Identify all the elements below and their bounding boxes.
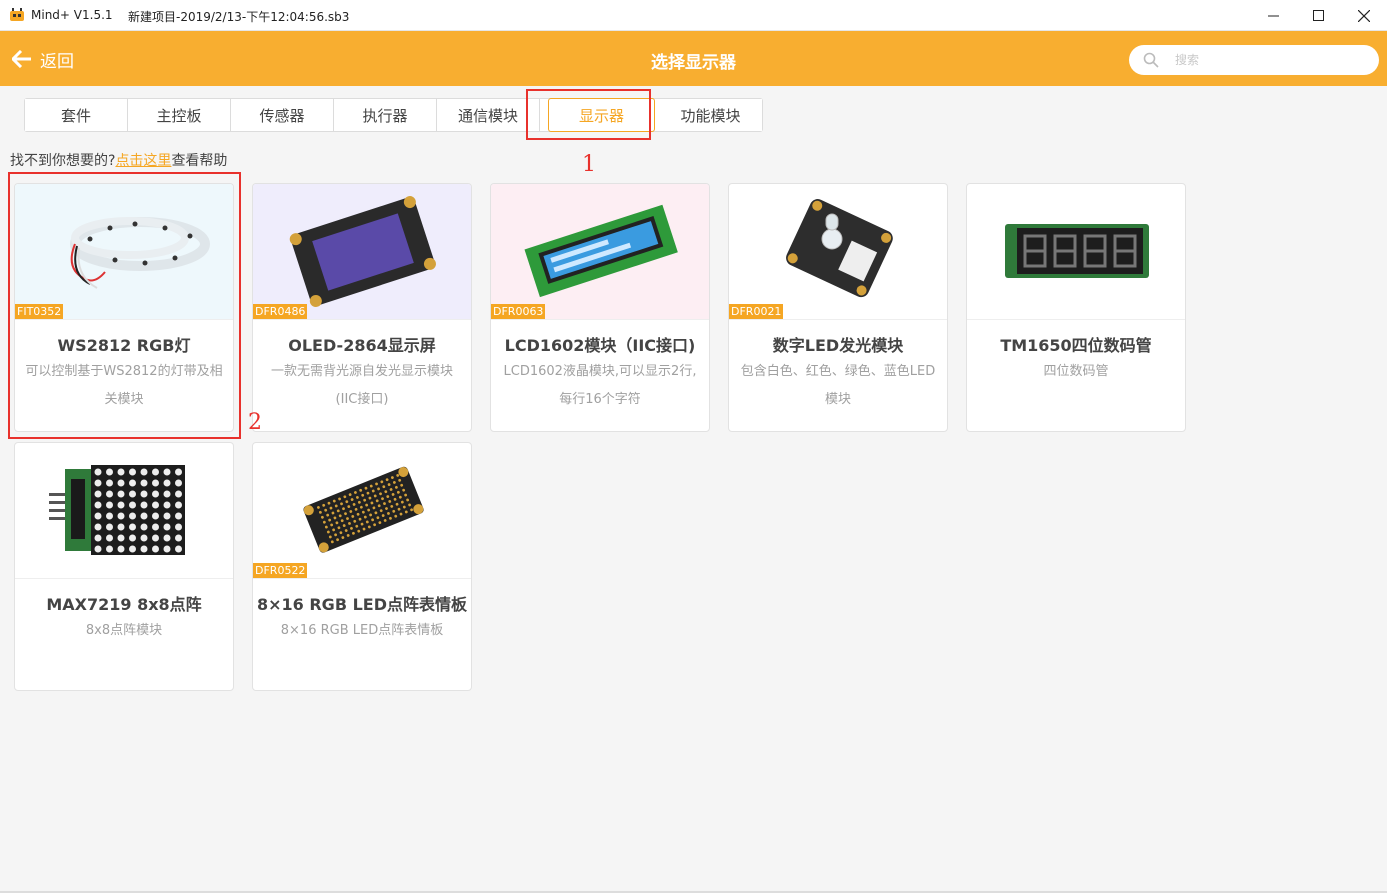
card-description: 8x8点阵模块 [85,623,163,638]
card-divider [15,578,233,579]
minimize-icon [1267,15,1279,17]
help-text: 找不到你想要的?点击这里查看帮助 [10,150,227,170]
card-divider [253,319,471,320]
card-title: 8×16 RGB LED点阵表情板 [256,595,467,614]
device-card-lcd1602[interactable]: DFR0063 LCD1602模块（IIC接口) LCD1602液晶模块,可以显… [490,183,710,432]
card-title: 数字LED发光模块 [772,336,904,355]
product-code-badge: DFR0063 [491,304,546,319]
close-icon [1358,9,1370,22]
card-description: 四位数码管 [1043,364,1109,379]
product-code-badge: DFR0522 [253,563,308,578]
annotation-box-2 [8,172,241,439]
card-description: LCD1602液晶模块,可以显示2行,每行16个字符 [503,364,697,407]
close-window-button[interactable] [1341,0,1387,31]
card-divider [967,319,1185,320]
card-divider [491,319,709,320]
device-card-max7219[interactable]: MAX7219 8x8点阵 8x8点阵模块 [14,442,234,691]
maximize-icon [1312,10,1324,21]
app-name: Mind+ V1.5.1 [31,8,113,22]
led-module-image [786,199,893,298]
tab-sensor[interactable]: 传感器 [231,99,334,131]
card-title: OLED-2864显示屏 [288,336,436,355]
lcd1602-image [491,184,709,319]
help-suffix: 查看帮助 [171,153,228,169]
card-description: 一款无需背光源自发光显示模块(IIC接口) [270,364,453,407]
tab-kit[interactable]: 套件 [25,99,128,131]
card-title: LCD1602模块（IIC接口) [504,336,696,355]
tab-communication[interactable]: 通信模块 [437,99,540,131]
tab-function[interactable]: 功能模块 [659,99,762,131]
card-divider [729,319,947,320]
oled-display-image [253,184,471,319]
device-card-oled[interactable]: DFR0486 OLED-2864显示屏 一款无需背光源自发光显示模块(IIC接… [252,183,472,432]
help-link[interactable]: 点击这里 [115,153,171,169]
search-box [1129,45,1379,75]
card-divider [253,578,471,579]
rgb-matrix-image [303,466,424,553]
minimize-button[interactable] [1250,0,1296,31]
device-card-digital-led[interactable]: DFR0021 数字LED发光模块 包含白色、红色、绿色、蓝色LED模块 [728,183,948,432]
card-description: 包含白色、红色、绿色、蓝色LED模块 [740,364,936,407]
app-header: 返回 选择显示器 [0,31,1387,86]
dot-matrix-image [49,465,185,555]
card-title: MAX7219 8x8点阵 [46,595,202,614]
tab-actuator[interactable]: 执行器 [334,99,437,131]
device-card-rgb-matrix[interactable]: DFR0522 8×16 RGB LED点阵表情板 8×16 RGB LED点阵… [252,442,472,691]
annotation-box-1 [526,89,651,140]
search-icon [1143,52,1159,68]
search-input[interactable] [1175,50,1365,70]
tab-mainboard[interactable]: 主控板 [128,99,231,131]
maximize-button[interactable] [1295,0,1341,31]
project-name: 新建项目-2019/2/13-下午12:04:56.sb3 [128,10,350,24]
seven-segment-image [1005,224,1149,278]
annotation-number-1: 1 [582,152,596,177]
help-prefix: 找不到你想要的? [10,153,116,169]
category-tabs: 套件 主控板 传感器 执行器 通信模块 显示器 功能模块 [24,98,763,132]
title-bar: Mind+ V1.5.1 新建项目-2019/2/13-下午12:04:56.s… [0,0,1387,31]
card-title: TM1650四位数码管 [1000,336,1152,355]
product-code-badge: DFR0021 [729,304,784,319]
card-description: 8×16 RGB LED点阵表情板 [280,623,444,638]
app-logo-icon [10,8,24,21]
annotation-number-2: 2 [248,410,262,435]
device-card-tm1650[interactable]: TM1650四位数码管 四位数码管 [966,183,1186,432]
product-code-badge: DFR0486 [253,304,308,319]
